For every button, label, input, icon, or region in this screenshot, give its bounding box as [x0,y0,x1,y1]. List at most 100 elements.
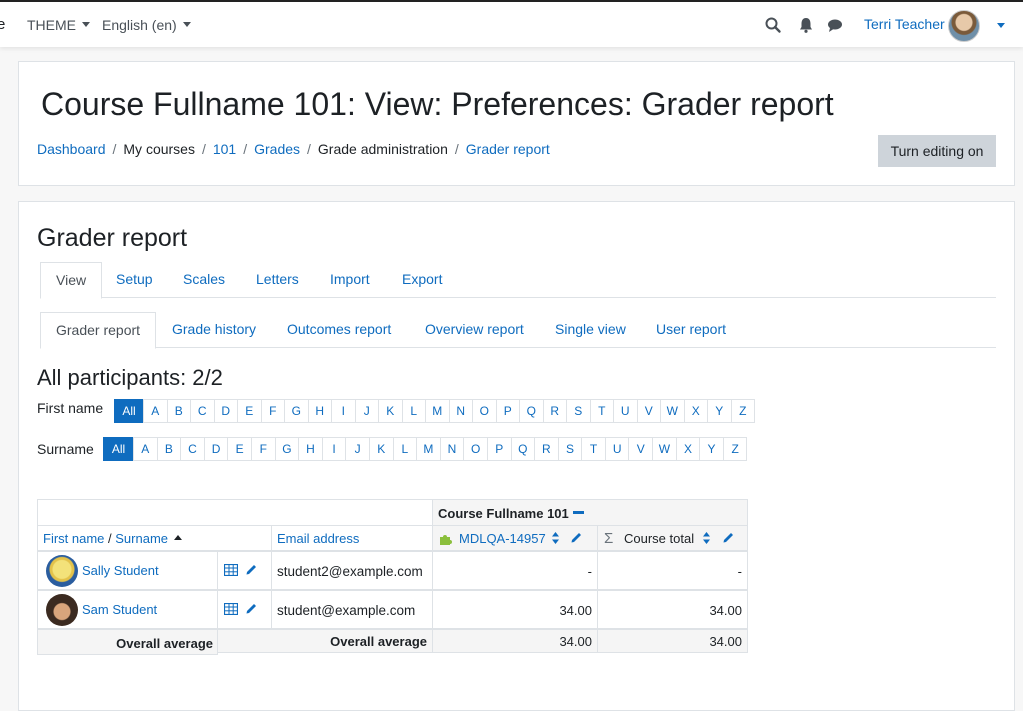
initial-letter[interactable]: Z [730,399,755,423]
initial-letter[interactable]: S [557,437,583,461]
sort-icon[interactable] [702,531,711,545]
student-total-grade-cell[interactable]: - [597,551,748,590]
initial-letter[interactable]: N [439,437,465,461]
turn-editing-on-button[interactable]: Turn editing on [878,135,996,167]
initial-letter[interactable]: E [237,399,262,423]
initial-letter[interactable]: V [636,399,661,423]
breadcrumb-item[interactable]: Grader report [466,141,550,157]
student-item-grade-cell[interactable]: - [432,551,598,590]
initial-letter[interactable]: N [448,399,473,423]
primary-tab-import[interactable]: Import [315,262,385,298]
initial-letter[interactable]: H [307,399,332,423]
initial-letter[interactable]: O [463,437,488,461]
initial-letter[interactable]: Q [519,399,544,423]
initial-all[interactable]: All [103,437,134,461]
secondary-tab-user-report[interactable]: User report [641,312,741,348]
breadcrumb-item[interactable]: Grades [254,141,300,157]
initial-letter[interactable]: F [250,437,276,461]
initial-letter[interactable]: Y [699,437,724,461]
secondary-tab-overview-report[interactable]: Overview report [410,312,539,348]
pencil-icon[interactable] [570,531,583,544]
initial-letter[interactable]: U [613,399,638,423]
student-name-link[interactable]: Sam Student [82,602,157,617]
site-name-fragment[interactable]: e [0,16,5,33]
initial-letter[interactable]: Z [722,437,748,461]
student-avatar[interactable] [46,555,78,587]
email-sort-link[interactable]: Email address [277,531,359,546]
initial-letter[interactable]: P [486,437,512,461]
collapse-minus-icon[interactable] [573,511,584,514]
pencil-icon[interactable] [722,531,735,544]
secondary-tab-grade-history[interactable]: Grade history [157,312,271,348]
initial-letter[interactable]: B [166,399,191,423]
primary-tab-export[interactable]: Export [387,262,457,298]
student-total-grade-cell[interactable]: 34.00 [597,590,748,629]
initial-letter[interactable]: J [354,399,379,423]
initial-letter[interactable]: L [392,437,418,461]
search-icon[interactable] [764,16,782,34]
initial-letter[interactable]: M [416,437,441,461]
initial-letter[interactable]: X [683,399,708,423]
sort-first-name-link[interactable]: First name [43,531,104,546]
secondary-tab-single-view[interactable]: Single view [540,312,641,348]
language-menu[interactable]: English (en) [102,17,191,33]
initial-letter[interactable]: W [652,437,677,461]
breadcrumb-item[interactable]: Dashboard [37,141,106,157]
pencil-icon[interactable] [245,563,258,576]
initial-letter[interactable]: D [213,399,238,423]
initial-letter[interactable]: D [203,437,229,461]
chat-icon[interactable] [826,16,844,34]
sort-surname-link[interactable]: Surname [115,531,168,546]
student-item-grade-cell[interactable]: 34.00 [432,590,598,629]
primary-tab-setup[interactable]: Setup [101,262,168,298]
initial-letter[interactable]: C [190,399,215,423]
initial-letter[interactable]: K [378,399,403,423]
initial-letter[interactable]: I [321,437,347,461]
grade-item-link[interactable]: MDLQA-14957 [459,531,546,546]
initial-letter[interactable]: P [495,399,520,423]
initial-letter[interactable]: F [260,399,285,423]
initial-letter[interactable]: V [628,437,654,461]
initial-letter[interactable]: K [368,437,394,461]
initial-letter[interactable]: L [401,399,426,423]
initial-letter[interactable]: R [534,437,559,461]
grade-table-icon[interactable] [224,603,238,615]
primary-tab-letters[interactable]: Letters [241,262,314,298]
initial-letter[interactable]: W [660,399,685,423]
initial-letter[interactable]: M [425,399,450,423]
theme-menu[interactable]: THEME [27,17,90,33]
initial-letter[interactable]: B [156,437,182,461]
initial-letter[interactable]: G [274,437,300,461]
initial-letter[interactable]: I [331,399,356,423]
initial-letter[interactable]: S [566,399,591,423]
secondary-tab-grader-report[interactable]: Grader report [40,312,157,349]
initial-letter[interactable]: G [284,399,309,423]
bell-icon[interactable] [797,16,815,34]
initial-letter[interactable]: A [133,437,158,461]
initial-letter[interactable]: C [180,437,205,461]
initial-letter[interactable]: A [143,399,168,423]
user-menu-name[interactable]: Terri Teacher [864,16,945,32]
initial-letter[interactable]: H [298,437,323,461]
sort-icon[interactable] [551,531,560,545]
initial-letter[interactable]: Q [510,437,536,461]
initial-letter[interactable]: X [675,437,701,461]
initial-all[interactable]: All [114,399,144,423]
initial-letter[interactable]: J [345,437,370,461]
student-avatar[interactable] [46,594,78,626]
initial-letter[interactable]: O [472,399,497,423]
user-menu-chevron-icon[interactable] [997,23,1005,28]
grade-table-icon[interactable] [224,564,238,576]
secondary-tab-outcomes-report[interactable]: Outcomes report [272,312,406,348]
pencil-icon[interactable] [245,602,258,615]
initial-letter[interactable]: R [542,399,567,423]
primary-tab-scales[interactable]: Scales [168,262,240,298]
primary-tab-view[interactable]: View [40,262,103,299]
initial-letter[interactable]: T [589,399,614,423]
initial-letter[interactable]: E [227,437,252,461]
initial-letter[interactable]: Y [707,399,732,423]
initial-letter[interactable]: U [604,437,630,461]
user-avatar[interactable] [948,10,980,42]
initial-letter[interactable]: T [581,437,606,461]
breadcrumb-item[interactable]: 101 [213,141,236,157]
